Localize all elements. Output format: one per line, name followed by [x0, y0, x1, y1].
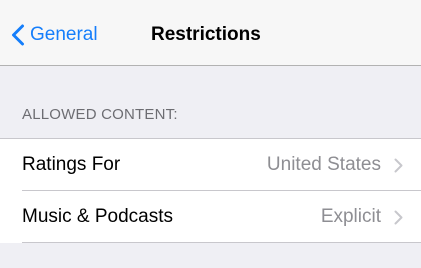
chevron-right-icon — [394, 210, 403, 225]
ratings-for-value: United States — [266, 154, 381, 175]
back-button-label: General — [30, 24, 98, 45]
row-separator — [22, 242, 421, 243]
restrictions-screen: General Restrictions ALLOWED CONTENT: Ra… — [0, 0, 421, 268]
back-button[interactable]: General — [10, 21, 98, 49]
chevron-right-icon — [394, 158, 403, 173]
chevron-left-icon — [10, 24, 26, 46]
allowed-content-list: Ratings For United States Music & Podcas… — [0, 138, 421, 243]
page-title: Restrictions — [151, 24, 261, 45]
navigation-bar: General Restrictions — [0, 0, 421, 66]
ratings-for-row[interactable]: Ratings For United States — [0, 139, 421, 191]
ratings-for-label: Ratings For — [22, 154, 121, 175]
section-header-allowed-content: ALLOWED CONTENT: — [22, 106, 178, 123]
music-podcasts-value: Explicit — [320, 206, 381, 227]
music-podcasts-label: Music & Podcasts — [22, 206, 173, 227]
music-podcasts-row[interactable]: Music & Podcasts Explicit — [0, 191, 421, 243]
